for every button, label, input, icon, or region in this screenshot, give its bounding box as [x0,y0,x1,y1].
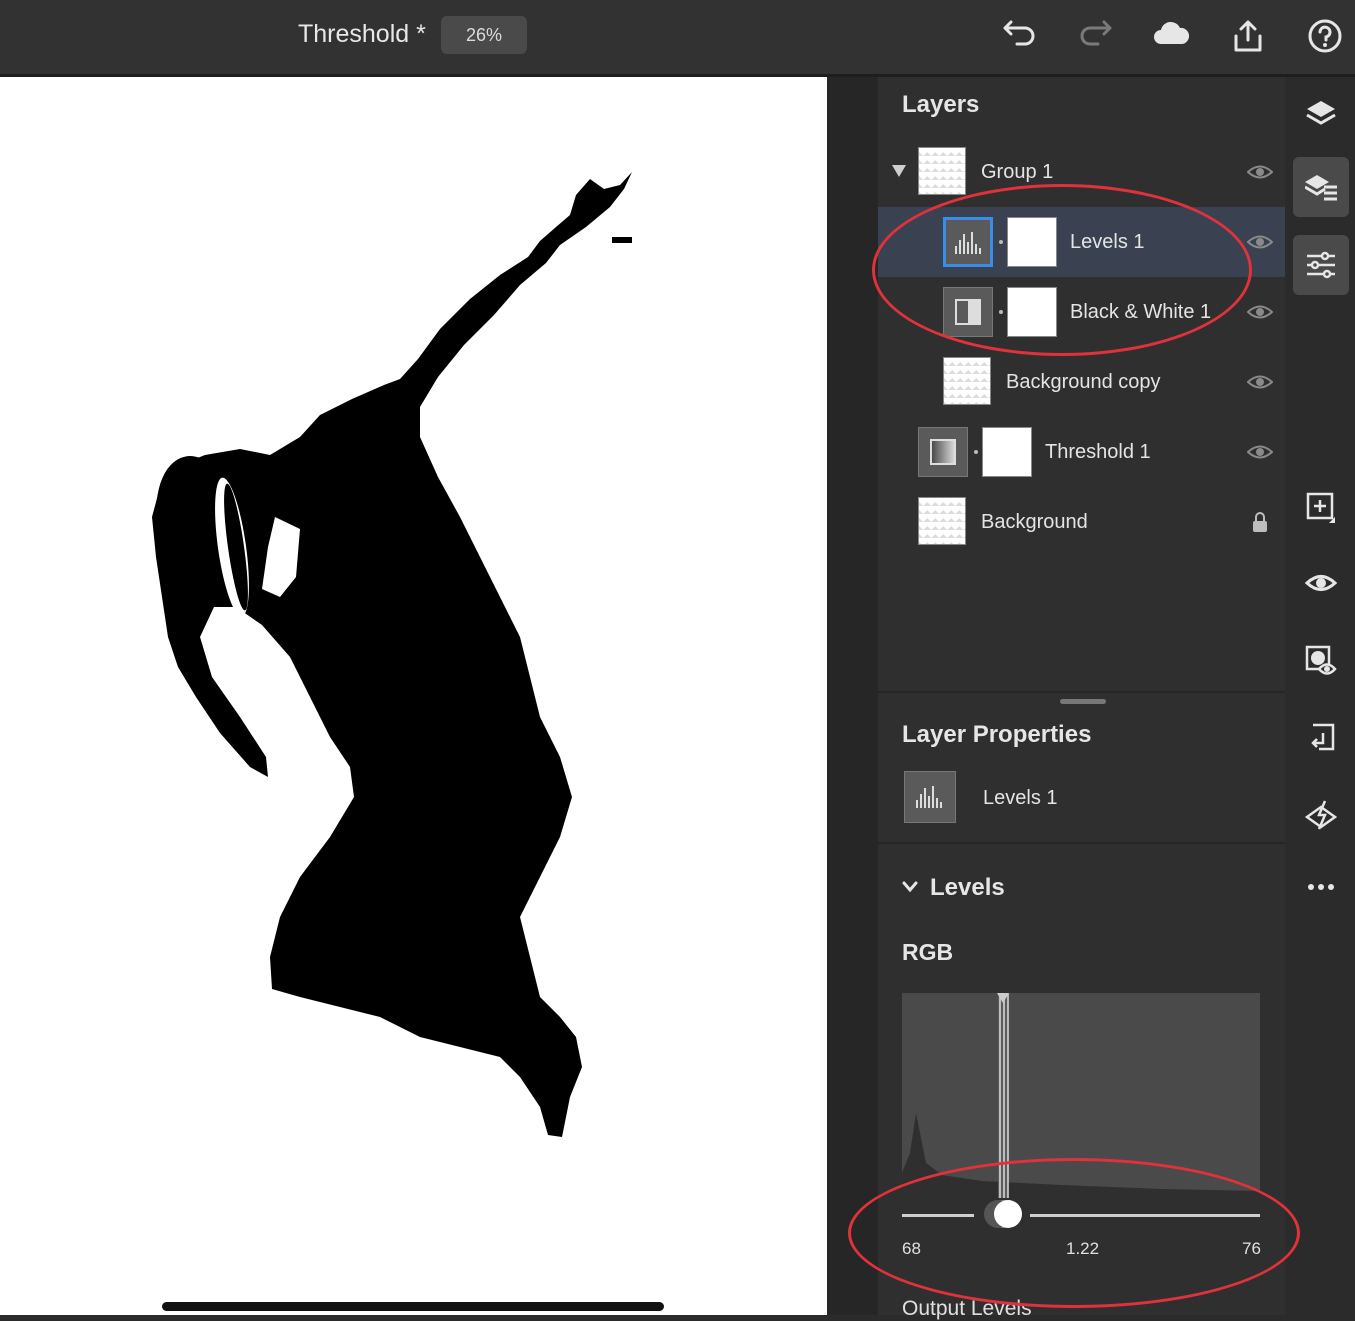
layer-thumbnail [918,147,966,195]
canvas-gutter [827,77,878,1315]
dancer-silhouette-image [152,172,632,1137]
gamma-value[interactable]: 1.22 [1066,1239,1099,1259]
link-dot [999,240,1003,244]
layer-row-black-white-1[interactable]: Black & White 1 [878,277,1285,347]
home-indicator [162,1302,664,1311]
histogram-icon [916,786,942,808]
input-levels-knob[interactable] [994,1200,1022,1228]
add-layer-icon[interactable] [1293,477,1349,537]
layer-mask-thumbnail[interactable] [1007,287,1057,337]
layer-mask-thumbnail[interactable] [1007,217,1057,267]
layer-mask-thumbnail[interactable] [982,427,1032,477]
top-bar: Threshold * 26% [0,0,1355,77]
layer-properties-title: Layer Properties [902,721,1092,748]
link-dot [974,450,978,454]
visibility-icon[interactable] [1293,553,1349,613]
input-levels-track[interactable] [902,1214,1260,1217]
layer-row-group-1[interactable]: Group 1 [878,137,1285,207]
bw-adjustment-thumbnail [943,287,993,337]
redo-icon[interactable] [1076,16,1116,56]
cloud-icon[interactable] [1151,16,1191,56]
panel-separator [878,691,1285,693]
layer-label: Background [981,511,1088,533]
layer-label: Black & White 1 [1070,301,1212,323]
gradient-icon [930,439,956,465]
link-dot [999,310,1003,314]
bw-icon [955,299,981,325]
layer-row-levels-1[interactable]: Levels 1 [878,207,1285,277]
panel-separator [878,842,1285,844]
layer-list-icon[interactable] [1293,157,1349,217]
disclosure-triangle-icon[interactable] [892,165,906,177]
histogram-graph [902,993,1260,1198]
layer-thumbnail [918,497,966,545]
layer-row-background[interactable]: Background [878,487,1285,557]
right-toolbar [1285,77,1355,1315]
eye-icon[interactable] [1247,299,1273,325]
eye-icon[interactable] [1247,229,1273,255]
arrange-icon[interactable] [1293,707,1349,767]
eye-icon[interactable] [1247,369,1273,395]
more-icon[interactable] [1293,857,1349,917]
threshold-adjustment-thumbnail [918,427,968,477]
canvas[interactable] [0,77,827,1315]
levels-histogram [902,993,1260,1198]
output-levels-label: Output Levels [902,1297,1032,1320]
input-white-value[interactable]: 76 [1242,1239,1261,1259]
layer-row-background-copy[interactable]: Background copy [878,347,1285,417]
levels-adjustment-thumbnail [943,217,993,267]
mask-icon[interactable] [1293,631,1349,691]
layer-label: Threshold 1 [1045,441,1151,463]
lock-icon[interactable] [1247,509,1273,535]
properties-layer-name: Levels 1 [983,787,1058,809]
layer-label: Levels 1 [1070,231,1145,253]
undo-icon[interactable] [999,16,1039,56]
layer-row-threshold-1[interactable]: Threshold 1 [878,417,1285,487]
layers-panel: Layers Group 1 Levels 1 Black & White 1 … [878,77,1285,1320]
input-black-value[interactable]: 68 [902,1239,921,1259]
eye-icon[interactable] [1247,439,1273,465]
panel-resize-handle[interactable] [1060,699,1106,704]
layer-thumbnail [943,357,991,405]
layer-label: Group 1 [981,161,1054,183]
share-icon[interactable] [1228,16,1268,56]
layers-panel-title: Layers [902,91,980,118]
quick-actions-icon[interactable] [1293,785,1349,845]
adjustments-icon[interactable] [1293,235,1349,295]
layers-icon[interactable] [1293,83,1349,143]
levels-section-title[interactable]: Levels [930,874,1005,902]
histogram-icon [955,232,981,254]
chevron-down-icon[interactable] [902,881,918,893]
properties-layer-thumbnail [904,771,956,823]
channel-label[interactable]: RGB [902,939,953,966]
help-icon[interactable] [1305,16,1345,56]
layer-label: Background copy [1006,371,1161,393]
document-title: Threshold * [298,20,426,48]
eye-icon[interactable] [1247,159,1273,185]
zoom-level[interactable]: 26% [441,16,527,54]
